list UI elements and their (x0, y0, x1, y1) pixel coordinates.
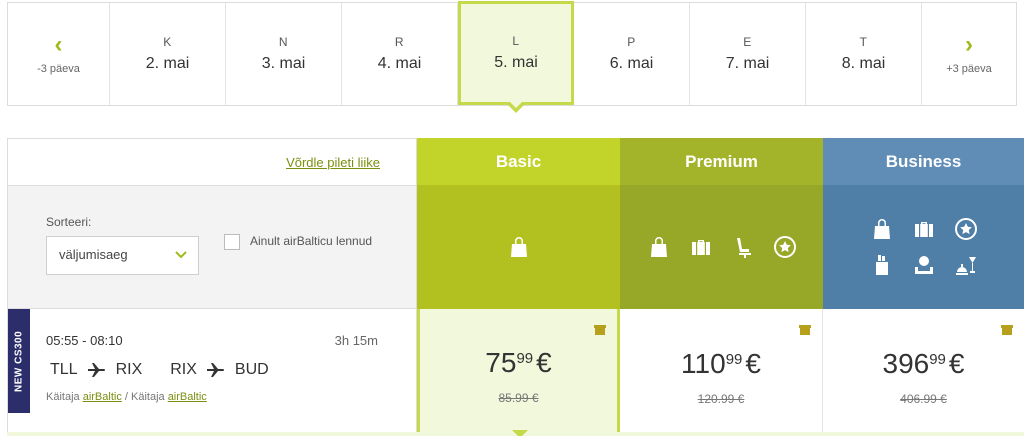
dining-icon (955, 257, 976, 275)
fare-features-basic (417, 185, 620, 309)
chevron-right-icon: › (965, 31, 973, 58)
date-tab-t[interactable]: T 8. mai (806, 3, 922, 105)
date-tab-l-selected[interactable]: L 5. mai (458, 1, 574, 113)
day-of-week: N (278, 35, 289, 49)
date-tab-r[interactable]: R 4. mai (342, 3, 458, 105)
flight-times: 05:55 - 08:10 (46, 333, 123, 348)
suitcase-icon (691, 240, 710, 255)
fare-header-basic[interactable]: Basic (417, 138, 620, 185)
suitcase-icon (914, 222, 933, 237)
route-destination-1: RIX (115, 361, 143, 378)
fare-features-business (823, 185, 1024, 309)
old-price: 406.99 € (900, 392, 947, 406)
day-of-week: K (163, 35, 172, 49)
date-label: 6. mai (609, 55, 654, 72)
day-of-week: T (859, 35, 868, 49)
date-strip: ‹ -3 päeva K 2. mai N 3. mai R 4. mai L … (7, 1, 1017, 113)
bag-icon (650, 237, 667, 257)
aircraft-badge: NEW CS300 (8, 309, 30, 413)
chevron-down-icon (175, 251, 187, 259)
day-of-week: E (743, 35, 752, 49)
next-days-label: +3 päeva (946, 63, 992, 75)
fare-table: Võrdle pileti liike Basic Premium Busine… (7, 138, 1024, 436)
price-value: 75 99 € (485, 347, 552, 378)
price-value: 110 99 € (681, 348, 761, 379)
bag-icon (510, 237, 527, 257)
bag-icon (873, 219, 890, 239)
operator-link[interactable]: airBaltic (83, 391, 122, 403)
price-value: 396 99 € (882, 348, 965, 379)
date-tab-e[interactable]: E 7. mai (690, 3, 806, 105)
gift-icon (1001, 325, 1013, 335)
flight-route: TLL RIX RIX BUD (46, 361, 273, 379)
golf-icon (875, 255, 888, 275)
price-premium[interactable]: 110 99 € 120.99 € (620, 309, 823, 436)
price-basic[interactable]: 75 99 € 85.99 € (417, 309, 620, 436)
day-of-week: R (394, 35, 405, 49)
route-destination-2: BUD (234, 361, 269, 378)
table-header-left: Võrdle pileti liike (7, 138, 417, 185)
sort-label: Sorteeri: (46, 215, 92, 229)
operated-by: Käitaja airBaltic / Käitaja airBaltic (46, 391, 207, 403)
date-label: 8. mai (841, 55, 886, 72)
fare-header-business[interactable]: Business (823, 138, 1024, 185)
date-label: 4. mai (377, 55, 422, 72)
airbaltic-only-label: Ainult airBalticu lennud (250, 234, 373, 248)
flight-duration: 3h 15m (334, 333, 378, 348)
seat-icon (736, 238, 751, 258)
date-label: 7. mai (725, 55, 770, 72)
date-tab-n[interactable]: N 3. mai (226, 3, 342, 105)
date-label: 5. mai (494, 54, 538, 71)
fare-features-premium (620, 185, 823, 309)
route-origin-1: TLL (50, 361, 78, 378)
airbaltic-only-toggle[interactable]: Ainult airBalticu lennud (224, 234, 372, 250)
day-of-week: L (512, 34, 520, 48)
selection-pointer (512, 430, 528, 436)
filter-panel: Sorteeri: väljumisaeg Ainult airBalticu … (7, 185, 417, 309)
date-tab-k[interactable]: K 2. mai (110, 3, 226, 105)
date-label: 2. mai (145, 55, 190, 72)
plane-icon (206, 363, 224, 377)
gift-icon (799, 325, 811, 335)
date-label: 3. mai (261, 55, 306, 72)
airbaltic-only-checkbox[interactable] (224, 234, 240, 250)
sort-value: väljumisaeg (59, 247, 128, 262)
flight-info[interactable]: NEW CS300 05:55 - 08:10 3h 15m TLL RIX R… (7, 309, 417, 436)
plane-icon (87, 363, 105, 377)
operator-link[interactable]: airBaltic (168, 391, 207, 403)
lounge-icon (914, 256, 933, 274)
next-days-button[interactable]: › +3 päeva (922, 3, 1016, 105)
star-icon (773, 236, 796, 258)
old-price: 120.99 € (697, 392, 745, 406)
price-business[interactable]: 396 99 € 406.99 € (823, 309, 1024, 436)
compare-fares-link[interactable]: Võrdle pileti liike (286, 155, 380, 170)
day-of-week: P (627, 35, 636, 49)
prev-days-button[interactable]: ‹ -3 päeva (8, 3, 110, 105)
prev-days-label: -3 päeva (37, 63, 80, 75)
star-icon (954, 218, 977, 240)
fare-header-premium[interactable]: Premium (620, 138, 823, 185)
date-tab-p[interactable]: P 6. mai (574, 3, 690, 105)
gift-icon (594, 325, 606, 335)
chevron-left-icon: ‹ (54, 31, 63, 58)
old-price: 85.99 € (498, 391, 539, 405)
sort-dropdown[interactable]: väljumisaeg (46, 236, 199, 275)
route-origin-2: RIX (170, 361, 197, 378)
